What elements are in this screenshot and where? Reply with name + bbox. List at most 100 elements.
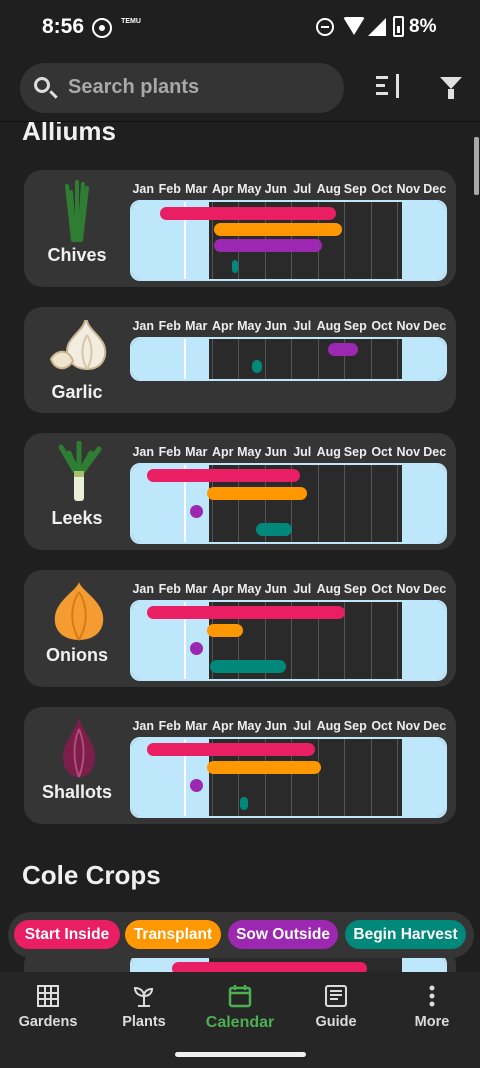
plant-name: Shallots: [41, 782, 112, 802]
month-label: Mar: [185, 582, 208, 596]
month-label: May: [237, 445, 262, 459]
bar-transplant: [207, 761, 321, 774]
frost-zone-end: [402, 339, 445, 379]
month-label: Sep: [343, 582, 367, 596]
grid-line: [370, 465, 372, 542]
month-label: Mar: [185, 719, 208, 733]
bar-start-inside: [160, 207, 336, 220]
month-label: Jul: [293, 319, 312, 333]
month-label: May: [237, 719, 262, 733]
month-label: Jan: [132, 319, 155, 333]
plant-card-onions[interactable]: Onions Jan Feb Mar Apr May Jun Jul Aug Sep Oct Nov D…: [24, 570, 456, 687]
sort-icon[interactable]: [376, 74, 406, 104]
bar-sow-outside: [190, 779, 203, 792]
bar-transplant: [214, 223, 342, 236]
legend-sow-outside: Sow Outside: [228, 920, 338, 949]
month-label: Apr: [211, 445, 234, 459]
month-label: Jun: [264, 719, 287, 733]
month-label: Feb: [158, 182, 181, 196]
month-label: Oct: [371, 582, 393, 596]
month-label: Oct: [371, 445, 393, 459]
month-label: May: [237, 582, 262, 596]
month-label: Aug: [316, 445, 341, 459]
onion-icon: [47, 578, 111, 642]
temu-icon: TEMU: [121, 18, 141, 25]
month-label: Apr: [211, 582, 234, 596]
month-label: Jun: [264, 319, 287, 333]
plant-card-shallots[interactable]: Shallots Jan Feb Mar Apr May Jun Jul Aug Sep Oct No…: [24, 707, 456, 824]
frost-zone-end: [402, 602, 445, 679]
month-label: Dec: [423, 182, 447, 196]
month-label: Oct: [371, 182, 393, 196]
month-label: Apr: [211, 719, 234, 733]
month-label: Mar: [185, 319, 208, 333]
bar-begin-harvest: [232, 260, 238, 273]
home-indicator[interactable]: [175, 1052, 306, 1057]
scrollbar[interactable]: [474, 137, 479, 195]
month-label: Aug: [316, 582, 341, 596]
plant-card-garlic[interactable]: Garlic Jan Feb Mar Apr May Jun Jul Aug Sep Oct Nov D…: [24, 307, 456, 413]
more-vert-icon: [429, 985, 435, 1007]
guide-icon: [325, 985, 347, 1007]
grid-line: [211, 339, 213, 379]
search-bar[interactable]: Search plants: [20, 63, 344, 113]
month-label: Feb: [158, 719, 181, 733]
month-labels: Jan Feb Mar Apr May Jun Jul Aug Sep Oct Nov Dec: [130, 719, 448, 735]
plant-card-leeks[interactable]: Leeks Jan Feb Mar Apr May Jun Jul Aug Sep Oct Nov De…: [24, 433, 456, 550]
month-label: May: [237, 182, 262, 196]
month-label: Sep: [343, 445, 367, 459]
month-labels: Jan Feb Mar Apr May Jun Jul Aug Sep Oct Nov Dec: [130, 182, 448, 198]
grid-line: [370, 602, 372, 679]
grid-line: [370, 339, 372, 379]
battery-percent: 8%: [409, 16, 437, 37]
calendar-icon: [228, 985, 252, 1008]
month-label: Jun: [264, 445, 287, 459]
month-label: Sep: [343, 319, 367, 333]
do-not-disturb-icon: [316, 18, 334, 36]
month-label: Aug: [316, 719, 341, 733]
grid-line: [397, 602, 398, 679]
bar-transplant: [207, 624, 243, 637]
search-icon: [34, 77, 50, 93]
nav-label: Calendar: [205, 1014, 275, 1031]
grid-line: [397, 465, 398, 542]
calendar-chart: [130, 600, 447, 681]
frost-zone-end: [402, 202, 445, 279]
plant-name: Onions: [46, 645, 108, 665]
legend-begin-harvest: Begin Harvest: [345, 920, 466, 949]
month-label: Nov: [396, 319, 421, 333]
grid-line: [370, 739, 372, 816]
month-label: Oct: [371, 319, 393, 333]
bar-start-inside: [172, 962, 367, 972]
month-label: Jan: [132, 582, 155, 596]
search-placeholder[interactable]: Search plants: [68, 76, 199, 99]
month-label: Apr: [211, 319, 234, 333]
bar-begin-harvest: [240, 797, 248, 810]
plant-card-chives[interactable]: Chives Jan Feb Mar Apr May Jun Jul Aug Sep Oct Nov D…: [24, 170, 456, 287]
frost-zone-start: [132, 339, 209, 379]
filter-icon[interactable]: [440, 77, 462, 99]
chives-icon: [47, 178, 111, 242]
frost-zone-end: [402, 739, 445, 816]
shallot-icon: [47, 715, 111, 779]
bar-begin-harvest: [210, 660, 286, 673]
wifi-icon: [343, 17, 365, 35]
section-title-alliums: Alliums: [22, 122, 116, 146]
section-title-cole-crops: Cole Crops: [22, 860, 161, 890]
month-label: Sep: [343, 182, 367, 196]
leek-icon: [47, 440, 111, 505]
grid-line: [344, 739, 345, 816]
status-bar: 8:56 TEMU 8%: [0, 0, 480, 56]
calendar-chart: [130, 463, 447, 544]
plant-calendar-list[interactable]: Alliums Chives Jan Feb Mar Apr May Jun Jul Aug Se…: [0, 122, 480, 972]
month-label: Jul: [293, 582, 312, 596]
month-label: Nov: [396, 182, 421, 196]
grid-line: [344, 465, 345, 542]
calendar-chart: [130, 737, 447, 818]
grid-line: [397, 202, 398, 279]
bar-transplant: [207, 487, 307, 500]
grid-line: [317, 465, 319, 542]
whatsapp-icon: [92, 18, 112, 38]
grid-line: [238, 339, 239, 379]
month-label: Dec: [423, 582, 447, 596]
